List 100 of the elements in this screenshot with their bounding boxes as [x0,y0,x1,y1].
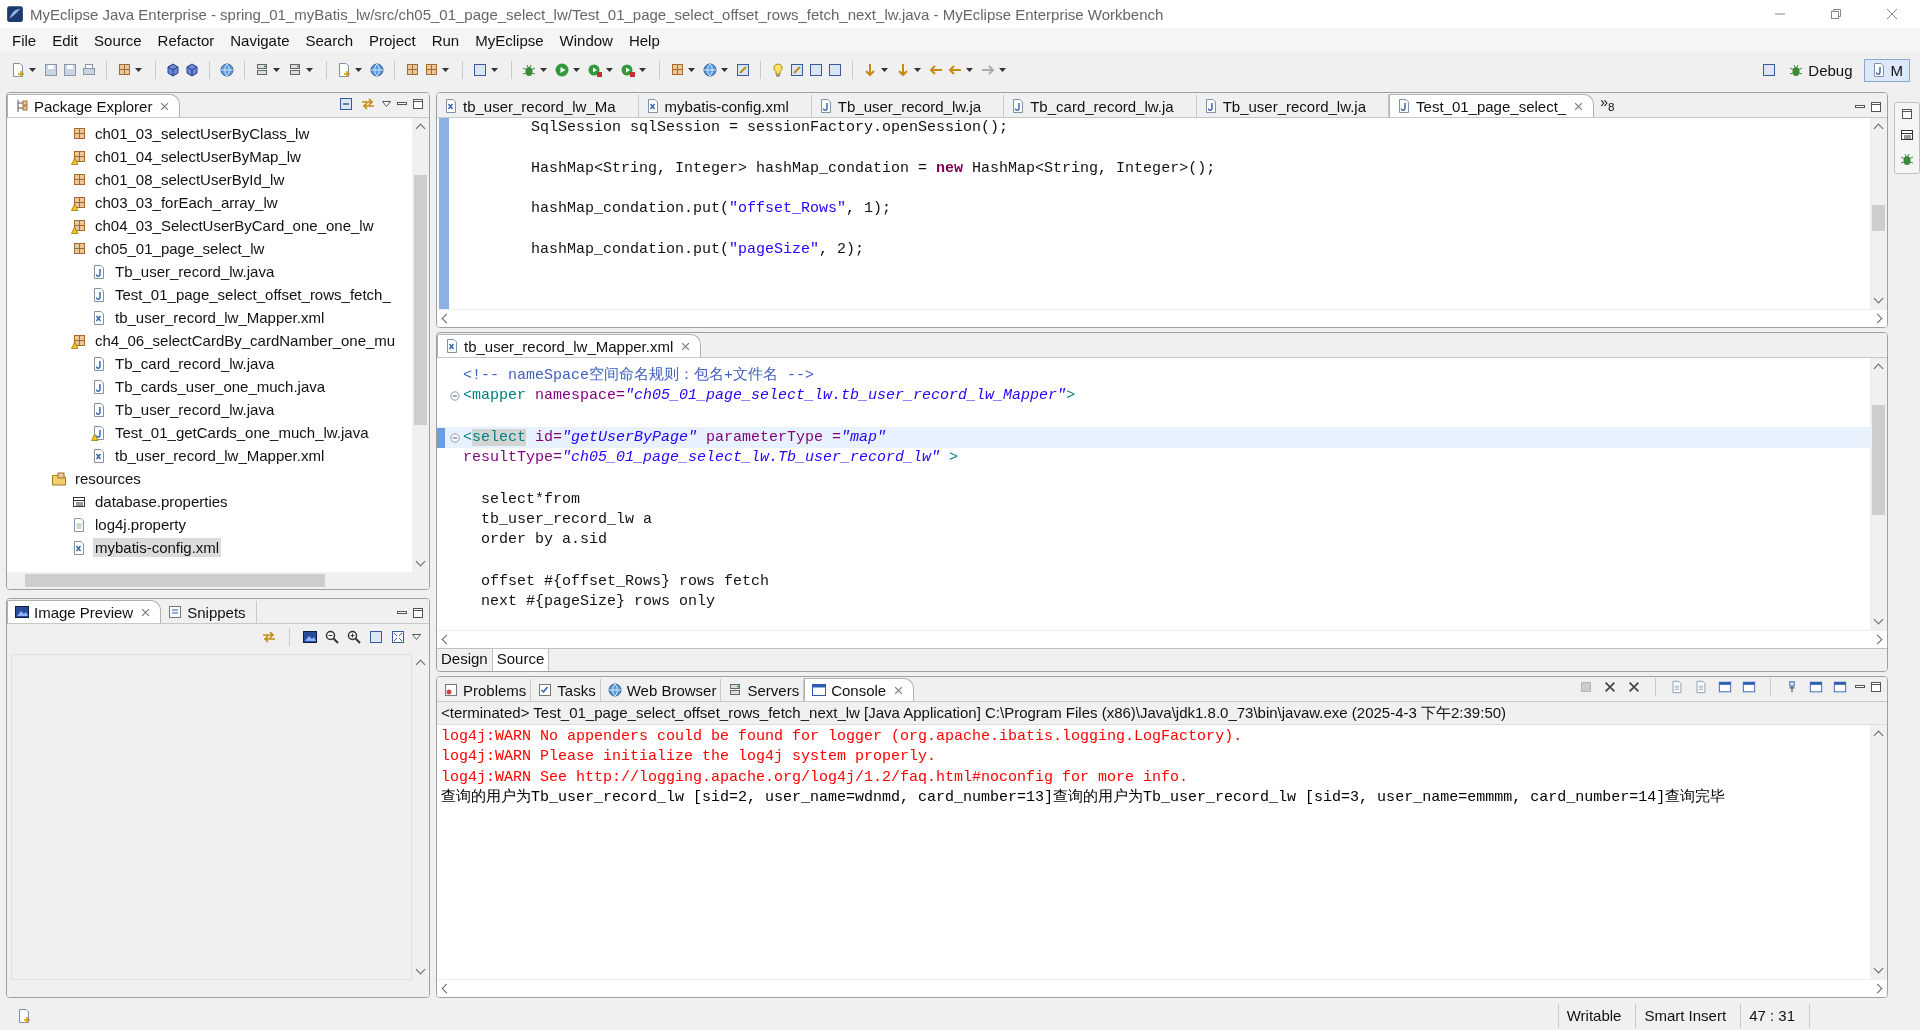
caret-icon[interactable] [29,68,36,72]
editor-tab[interactable]: mybatis-config.xml [638,95,812,117]
tree-item[interactable]: Tb_cards_user_one_much.java [113,377,328,396]
tree-item[interactable]: log4j.property [93,515,188,534]
server-icon[interactable] [254,62,270,78]
zoom-in-icon[interactable] [346,629,362,645]
maximize-icon[interactable] [413,99,423,109]
close-icon[interactable] [1886,8,1898,20]
caret-icon[interactable] [306,68,313,72]
view-tab[interactable]: Package Explorer [7,94,181,117]
view-tab[interactable]: Image Preview [7,600,162,623]
caret-icon[interactable] [273,68,280,72]
editor-tab[interactable]: tb_user_record_lw_Mapper.xml [437,334,702,357]
caret-icon[interactable] [639,68,646,72]
menu-item[interactable]: Run [423,31,468,49]
caret-icon[interactable] [881,68,888,72]
caret-icon[interactable] [999,68,1006,72]
console-icon[interactable] [1833,680,1847,694]
caret-icon[interactable] [721,68,728,72]
run-icon[interactable] [587,62,603,78]
actual-size-icon[interactable] [368,629,384,645]
tree-item[interactable]: ch05_01_page_select_lw [93,239,267,258]
restore-icon[interactable] [1902,109,1912,119]
restore-icon[interactable] [1830,8,1842,20]
tree-item[interactable]: ch01_04_selectUserByMap_lw [93,147,303,166]
tree-item[interactable]: ch03_03_forEach_array_lw [93,193,280,212]
editor-tab[interactable]: Tb_card_record_lw.ja [1004,95,1197,117]
view-tab[interactable]: Problems [437,679,532,701]
view-tab[interactable]: Snippets [161,601,257,623]
save-icon[interactable] [43,62,59,78]
tree-item[interactable]: tb_user_record_lw_Mapper.xml [113,308,327,327]
tree-item[interactable]: mybatis-config.xml [93,538,222,557]
pencil-icon[interactable] [735,62,751,78]
view-menu-icon[interactable] [382,101,391,107]
cube-icon[interactable] [184,62,200,78]
zoom-out-icon[interactable] [324,629,340,645]
package-icon[interactable] [423,62,439,78]
menu-item[interactable]: Source [86,31,150,49]
horizontal-scrollbar[interactable] [437,309,1887,327]
close-icon[interactable] [160,101,170,111]
vertical-scrollbar[interactable] [1870,725,1887,979]
globe-icon[interactable] [702,62,718,78]
tree-item[interactable]: Tb_user_record_lw.java [113,400,277,419]
tree-item[interactable]: ch01_08_selectUserById_lw [93,170,287,189]
horizontal-scrollbar[interactable] [7,572,429,589]
collapse-all-icon[interactable] [338,96,354,112]
tree-item[interactable]: tb_user_record_lw_Mapper.xml [113,446,327,465]
remove-icon[interactable] [1627,680,1641,694]
pencil-icon[interactable] [789,62,805,78]
editor-mode-tab[interactable]: Source [492,649,550,671]
box-icon[interactable] [827,62,843,78]
box-icon[interactable] [808,62,824,78]
maximize-icon[interactable] [1871,102,1881,112]
package-icon[interactable] [404,62,420,78]
run-icon[interactable] [554,62,570,78]
menu-item[interactable]: Navigate [222,31,298,49]
remove-icon[interactable] [1603,680,1617,694]
caret-icon[interactable] [540,68,547,72]
box-icon[interactable] [472,62,488,78]
package-icon[interactable] [669,62,685,78]
package-icon[interactable] [116,62,132,78]
tree-item[interactable]: Tb_user_record_lw.java [113,262,277,281]
image-icon[interactable] [302,629,318,645]
menu-item[interactable]: Help [620,31,668,49]
debug-icon[interactable] [521,62,537,78]
vertical-scrollbar[interactable] [1870,118,1887,309]
perspective-button[interactable]: M [1863,58,1910,82]
console-icon[interactable] [1742,680,1756,694]
caret-icon[interactable] [355,68,362,72]
sync-icon[interactable] [261,629,277,645]
globe-icon[interactable] [219,62,235,78]
horizontal-scrollbar[interactable] [437,979,1887,997]
maximize-icon[interactable] [413,608,423,618]
vertical-scrollbar[interactable] [1870,358,1887,630]
tree-item[interactable]: ch04_03_SelectUserByCard_one_one_lw [93,216,376,235]
menu-item[interactable]: Project [361,31,424,49]
close-icon[interactable] [681,341,691,351]
caret-icon[interactable] [491,68,498,72]
fast-view-icon[interactable] [16,1008,32,1024]
editor-tab[interactable]: Test_01_page_select_ [1389,94,1595,117]
tree-item[interactable]: ch4_06_selectCardBy_cardNamber_one_mu [93,331,398,350]
tree-item[interactable]: ch01_03_selectUserByClass_lw [93,124,312,143]
server-icon[interactable] [287,62,303,78]
editor-mode-tab[interactable]: Design [437,649,493,671]
tree-item[interactable]: resources [73,469,143,488]
menu-item[interactable]: Window [551,31,621,49]
close-icon[interactable] [141,607,151,617]
print-icon[interactable] [81,62,97,78]
save-all-icon[interactable] [62,62,78,78]
view-menu-icon[interactable] [412,634,421,640]
menu-item[interactable]: File [4,31,45,49]
menu-item[interactable]: MyEclipse [467,31,552,49]
fit-icon[interactable] [390,629,406,645]
editor-tab[interactable]: tb_user_record_lw_Ma [437,95,639,117]
view-tab[interactable]: Tasks [531,679,601,701]
tab-overflow-button[interactable]: »$_{8}$ [1594,93,1621,117]
caret-icon[interactable] [966,68,973,72]
caret-icon[interactable] [606,68,613,72]
menu-item[interactable]: Edit [44,31,87,49]
close-icon[interactable] [894,685,904,695]
